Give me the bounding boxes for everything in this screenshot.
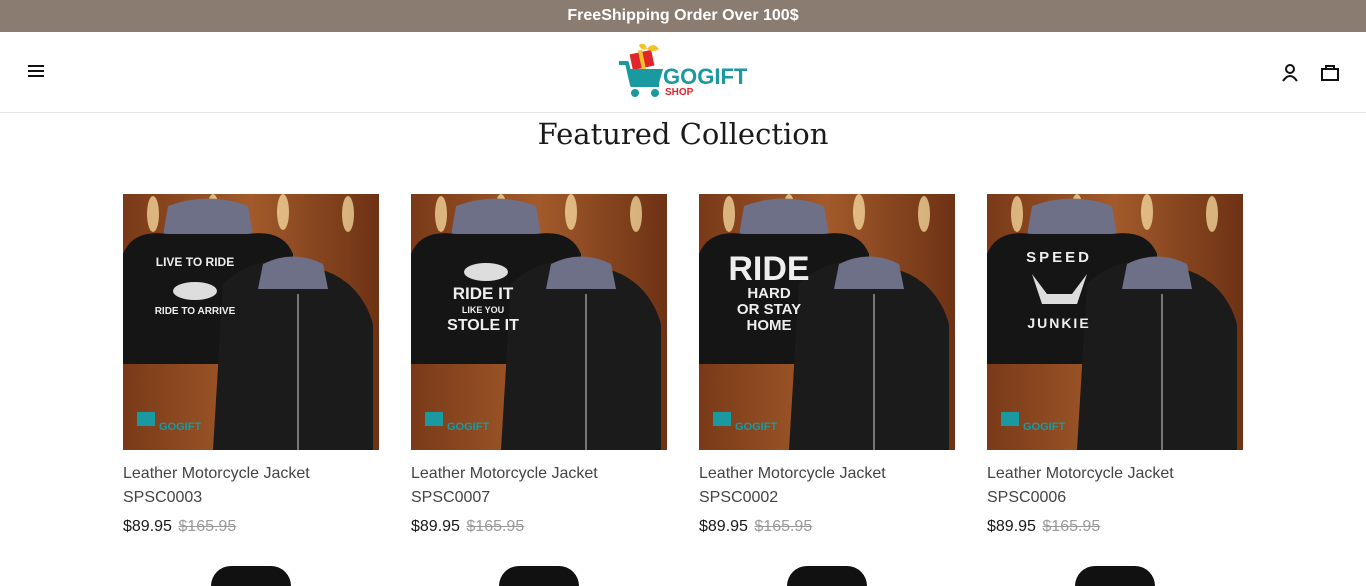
product-image[interactable]: RIDE IT LIKE YOU STOLE IT GOGIFT xyxy=(411,194,667,450)
logo-brand-text: GOGIFT xyxy=(663,64,748,89)
user-icon[interactable] xyxy=(1279,62,1301,84)
product-title[interactable]: Leather Motorcycle Jacket SPSC0002 xyxy=(699,462,955,510)
sale-price: $89.95 xyxy=(987,518,1036,535)
logo-sub-text: SHOP xyxy=(665,87,694,98)
svg-text:LIVE TO RIDE: LIVE TO RIDE xyxy=(156,255,234,269)
compare-price: $165.95 xyxy=(178,518,237,535)
compare-price: $165.95 xyxy=(754,518,813,535)
product-image[interactable]: LIVE TO RIDE RIDE TO ARRIVE GOGIFT xyxy=(123,194,379,450)
product-card[interactable]: LIVE TO RIDE RIDE TO ARRIVE GOGIFT Leath… xyxy=(123,194,379,536)
sale-price: $89.95 xyxy=(411,518,460,535)
svg-text:RIDE TO ARRIVE: RIDE TO ARRIVE xyxy=(155,306,236,317)
announcement-text: FreeShipping Order Over 100$ xyxy=(567,7,799,24)
svg-text:GOGIFT: GOGIFT xyxy=(447,421,489,433)
sale-price: $89.95 xyxy=(699,518,748,535)
next-row-product-image[interactable] xyxy=(211,566,291,586)
svg-text:LIKE YOU: LIKE YOU xyxy=(462,305,504,315)
svg-text:JUNKIE: JUNKIE xyxy=(1027,315,1090,331)
svg-text:RIDE IT: RIDE IT xyxy=(453,284,514,303)
compare-price: $165.95 xyxy=(466,518,525,535)
sale-price: $89.95 xyxy=(123,518,172,535)
section-title: Featured Collection xyxy=(537,117,829,151)
product-card[interactable]: SPEED JUNKIE GOGIFT Leather Motorcycle J… xyxy=(987,194,1243,536)
price-row: $89.95 $165.95 xyxy=(123,518,379,536)
svg-text:RIDE: RIDE xyxy=(728,250,809,288)
announcement-bar: FreeShipping Order Over 100$ xyxy=(0,0,1366,32)
svg-text:OR STAY: OR STAY xyxy=(737,301,801,318)
site-header: GOGIFT SHOP xyxy=(0,32,1366,113)
svg-text:GOGIFT: GOGIFT xyxy=(735,421,777,433)
product-title[interactable]: Leather Motorcycle Jacket SPSC0007 xyxy=(411,462,667,510)
product-title[interactable]: Leather Motorcycle Jacket SPSC0006 xyxy=(987,462,1243,510)
site-logo[interactable]: GOGIFT SHOP xyxy=(617,43,751,101)
product-card[interactable]: RIDE IT LIKE YOU STOLE IT GOGIFT Leather… xyxy=(411,194,667,536)
svg-text:SPEED: SPEED xyxy=(1026,249,1092,266)
svg-text:GOGIFT: GOGIFT xyxy=(159,421,201,433)
next-row-product-image[interactable] xyxy=(787,566,867,586)
product-image[interactable]: RIDE HARD OR STAY HOME GOGIFT xyxy=(699,194,955,450)
svg-text:GOGIFT: GOGIFT xyxy=(1023,421,1065,433)
compare-price: $165.95 xyxy=(1042,518,1101,535)
svg-text:HARD: HARD xyxy=(747,285,790,302)
price-row: $89.95 $165.95 xyxy=(411,518,667,536)
hamburger-menu-icon[interactable] xyxy=(26,61,46,81)
svg-text:STOLE IT: STOLE IT xyxy=(447,317,519,334)
shopping-bag-icon[interactable] xyxy=(1319,62,1341,84)
product-image[interactable]: SPEED JUNKIE GOGIFT xyxy=(987,194,1243,450)
price-row: $89.95 $165.95 xyxy=(699,518,955,536)
svg-text:HOME: HOME xyxy=(747,317,792,334)
product-title[interactable]: Leather Motorcycle Jacket SPSC0003 xyxy=(123,462,379,510)
product-card[interactable]: RIDE HARD OR STAY HOME GOGIFT Leather Mo… xyxy=(699,194,955,536)
next-row-product-image[interactable] xyxy=(1075,566,1155,586)
next-row-product-image[interactable] xyxy=(499,566,579,586)
price-row: $89.95 $165.95 xyxy=(987,518,1243,536)
